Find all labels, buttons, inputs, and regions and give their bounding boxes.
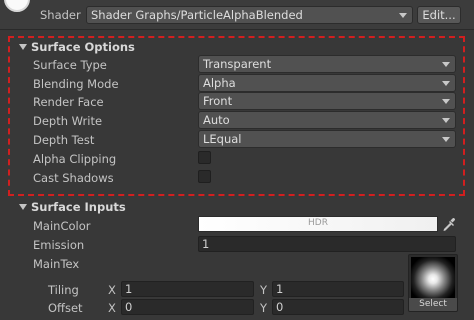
shader-header: Shader Shader Graphs/ParticleAlphaBlende… [0,0,474,30]
depth-test-label: Depth Test [33,133,95,147]
chevron-down-icon [442,62,450,67]
texture-preview [411,257,455,301]
surface-type-value: Transparent [203,57,272,71]
material-preview-icon [4,0,30,12]
main-tex-slot[interactable]: Select [408,254,458,312]
offset-x-label: X [108,301,116,315]
blending-mode-label: Blending Mode [33,77,119,91]
tiling-x-label: X [108,283,116,297]
main-color-field[interactable]: HDR [198,216,438,232]
surface-inputs-title: Surface Inputs [31,200,126,214]
cast-shadows-label: Cast Shadows [33,171,114,185]
offset-x-input[interactable]: 0 [121,299,254,315]
foldout-expanded-icon[interactable] [19,44,27,50]
surface-type-dropdown[interactable]: Transparent [198,55,456,73]
depth-test-value: LEqual [203,132,242,146]
blending-mode-dropdown[interactable]: Alpha [198,74,456,92]
foldout-expanded-icon[interactable] [19,204,27,210]
render-face-label: Render Face [33,95,104,109]
render-face-value: Front [203,94,233,108]
offset-y-label: Y [260,301,268,315]
surface-type-label: Surface Type [33,58,107,72]
tiling-label: Tiling [48,283,79,297]
depth-write-value: Auto [203,113,230,127]
chevron-down-icon [442,137,450,142]
render-face-dropdown[interactable]: Front [198,92,456,110]
alpha-clipping-checkbox[interactable] [198,151,211,164]
chevron-down-icon [399,13,407,18]
alpha-clipping-label: Alpha Clipping [33,152,117,166]
depth-write-dropdown[interactable]: Auto [198,111,456,129]
shader-dropdown[interactable]: Shader Graphs/ParticleAlphaBlended [86,6,413,24]
main-tex-label: MainTex [33,257,80,271]
depth-write-label: Depth Write [33,114,103,128]
edit-shader-button[interactable]: Edit... [417,6,461,24]
emission-input[interactable]: 1 [198,236,456,252]
surface-inputs-header[interactable]: Surface Inputs [0,198,474,217]
chevron-down-icon [442,118,450,123]
offset-label: Offset [48,301,83,315]
texture-select-button[interactable]: Select [409,298,457,311]
shader-label: Shader [40,8,81,22]
offset-y-input[interactable]: 0 [272,299,404,315]
emission-label: Emission [33,238,85,252]
eyedropper-icon[interactable] [441,216,456,232]
surface-options-title: Surface Options [31,40,135,54]
shader-dropdown-value: Shader Graphs/ParticleAlphaBlended [91,8,303,22]
blending-mode-value: Alpha [203,76,236,90]
tiling-y-input[interactable]: 1 [272,281,404,297]
depth-test-dropdown[interactable]: LEqual [198,130,456,148]
tiling-y-label: Y [260,283,268,297]
chevron-down-icon [442,99,450,104]
tiling-x-input[interactable]: 1 [121,281,254,297]
cast-shadows-checkbox[interactable] [198,170,211,183]
main-color-label: MainColor [33,219,91,233]
hdr-badge: HDR [308,218,328,228]
chevron-down-icon [442,81,450,86]
